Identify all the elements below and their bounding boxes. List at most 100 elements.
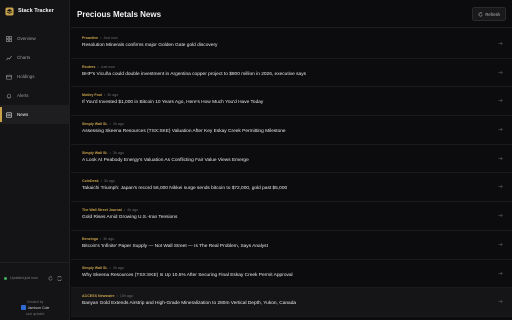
refresh-icon[interactable]	[48, 276, 53, 281]
news-time: Just now	[103, 36, 118, 40]
separator: •	[100, 36, 102, 40]
separator: •	[97, 64, 99, 69]
sidebar-item-label: Holdings	[17, 74, 35, 79]
news-meta: Benzinga • 3h ago	[82, 237, 114, 241]
arrow-right-icon	[498, 98, 503, 103]
sidebar-footer: Updated just now Created by Jamison Cole…	[0, 262, 70, 320]
newspaper-icon	[6, 112, 12, 118]
sidebar-item-label: Overview	[17, 36, 36, 41]
sidebar-item-label: Charts	[17, 55, 31, 60]
news-item[interactable]: Proactive • Just now Resolution Minerals c…	[71, 30, 512, 59]
grid-icon	[6, 35, 12, 42]
arrow-right-icon	[498, 184, 503, 189]
news-time: 3h ago	[112, 122, 124, 127]
sidebar-item-overview[interactable]: Overview	[0, 29, 70, 48]
sidebar-nav: Overview Charts Holdings Alerts News	[0, 29, 70, 124]
arrow-right-icon	[498, 213, 503, 218]
last-updated-label: Last updated	[25, 312, 45, 316]
news-item[interactable]: ACCESS Newswire • 10h ago Banyan Gold Exte…	[71, 288, 512, 317]
news-source: Benzinga	[82, 236, 98, 241]
updated-text: Updated just now	[10, 276, 38, 280]
news-item[interactable]: Benzinga • 3h ago Bitcoin's 'Infinite' Pap…	[71, 231, 512, 260]
news-item[interactable]: Simply Wall St. • 3h ago A Look At Peabody…	[71, 145, 512, 174]
news-headline: If You'd Invested $1,000 in Bitcoin 10 Y…	[82, 100, 264, 106]
arrow-right-icon	[498, 271, 503, 276]
stack-logo-icon	[5, 6, 14, 16]
arrow-right-icon	[498, 299, 503, 304]
news-source: Simply Wall St.	[82, 150, 108, 155]
refresh-label: Refresh	[485, 11, 500, 17]
news-item[interactable]: Reuters • Just now BHP's Vicuña could doub…	[71, 59, 512, 88]
brand[interactable]: Stack Tracker	[5, 5, 54, 17]
news-time: 3h ago	[107, 93, 119, 98]
bell-icon	[6, 93, 12, 99]
news-item[interactable]: CoinDesk • 3h ago Takaichi Triumph: Japan'…	[71, 173, 512, 203]
news-meta: Motley Fool • 3h ago	[82, 93, 118, 97]
news-item[interactable]: The Wall Street Journal • 4h ago Gold Rise…	[71, 202, 512, 231]
author-link[interactable]: Jamison Cole	[0, 305, 70, 310]
news-time: 4h ago	[127, 208, 139, 213]
news-headline: Gold Rises Amid Growing U.S.-Iran Tensio…	[82, 215, 178, 221]
news-list: Proactive • Just now Resolution Minerals c…	[71, 30, 512, 317]
sidebar-item-label: Alerts	[17, 93, 29, 98]
news-meta: ACCESS Newswire • 10h ago	[82, 294, 133, 298]
news-meta: Reuters • Just now	[82, 65, 115, 69]
sidebar-item-charts[interactable]: Charts	[0, 48, 70, 67]
news-time: 3h ago	[112, 150, 124, 155]
arrow-right-icon	[498, 70, 503, 75]
refresh-button[interactable]: Refresh	[471, 7, 506, 21]
separator: •	[109, 150, 111, 155]
news-source: Simply Wall St.	[82, 265, 108, 270]
news-source: Motley Fool	[82, 93, 102, 98]
separator: •	[109, 265, 111, 270]
news-meta: Simply Wall St. • 3h ago	[82, 122, 124, 126]
news-item[interactable]: Simply Wall St. • 3h ago Why Skeena Resour…	[71, 260, 512, 289]
news-source: Reuters	[82, 64, 96, 69]
separator: •	[100, 179, 102, 184]
sidebar-item-news[interactable]: News	[0, 105, 70, 124]
news-headline: Takaichi Triumph: Japan's record 56,000 …	[82, 186, 288, 192]
divider	[71, 27, 512, 28]
wallet-icon	[6, 74, 12, 80]
arrow-right-icon	[498, 41, 503, 46]
news-item[interactable]: Simply Wall St. • 3h ago Assessing Skeena …	[71, 116, 512, 145]
news-source: The Wall Street Journal	[82, 208, 122, 213]
sidebar-item-alerts[interactable]: Alerts	[0, 86, 70, 105]
news-item[interactable]: Motley Fool • 3h ago If You'd Invested $1,…	[71, 87, 512, 117]
news-time: 3h ago	[112, 265, 124, 270]
refresh-icon	[478, 11, 483, 17]
author-name: Jamison Cole	[27, 305, 50, 310]
update-status: Updated just now	[4, 276, 38, 280]
news-meta: Proactive • Just now	[82, 36, 118, 40]
arrow-right-icon	[498, 242, 503, 247]
news-time: 3h ago	[103, 179, 115, 184]
news-time: 10h ago	[119, 294, 133, 299]
status-dot-icon	[4, 276, 7, 280]
news-headline: A Look At Peabody Energy's Valuation As …	[82, 157, 249, 163]
app-title: Stack Tracker	[18, 8, 54, 14]
sidebar-item-holdings[interactable]: Holdings	[0, 67, 70, 86]
news-headline: Why Skeena Resources (TSX:SKE) Is Up 10.…	[82, 272, 293, 278]
author-avatar-icon	[20, 305, 26, 310]
news-source: Proactive	[82, 36, 99, 40]
news-meta: CoinDesk • 3h ago	[82, 179, 115, 183]
arrow-right-icon	[498, 156, 503, 161]
news-meta: Simply Wall St. • 3h ago	[82, 151, 124, 155]
separator: •	[99, 236, 102, 241]
sidebar-item-label: News	[17, 112, 29, 117]
separator: •	[103, 93, 106, 98]
news-headline: Banyan Gold Extends Airstrip and High-Gr…	[82, 301, 297, 307]
arrow-right-icon	[498, 127, 503, 132]
page-title: Precious Metals News	[77, 10, 162, 19]
news-time: 3h ago	[103, 236, 115, 241]
separator: •	[123, 208, 126, 213]
main-content: Precious Metals News Refresh Proactive • J…	[71, 0, 512, 320]
news-meta: The Wall Street Journal • 4h ago	[82, 208, 138, 212]
news-headline: Resolution Minerals confirms major Golde…	[82, 43, 218, 48]
news-time: Just now	[100, 64, 115, 69]
news-source: CoinDesk	[82, 179, 99, 184]
separator: •	[109, 122, 111, 127]
news-meta: Simply Wall St. • 3h ago	[82, 266, 124, 270]
sync-icon[interactable]	[57, 276, 62, 281]
separator: •	[116, 294, 118, 299]
